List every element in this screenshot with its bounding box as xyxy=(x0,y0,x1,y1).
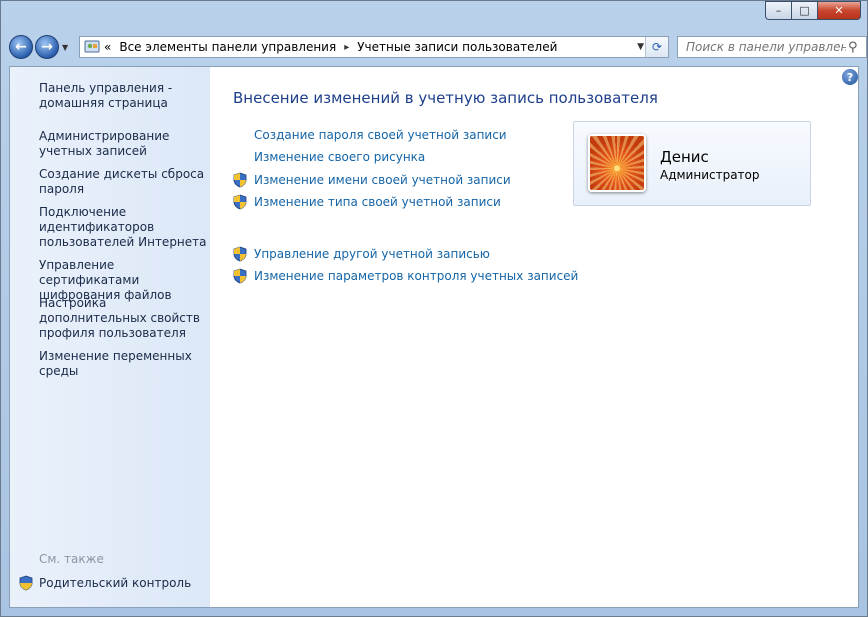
task-label: Изменение параметров контроля учетных за… xyxy=(254,269,579,283)
parental-controls-link[interactable]: Родительский контроль xyxy=(18,575,191,591)
breadcrumb-all-items[interactable]: Все элементы панели управления xyxy=(119,40,336,54)
user-account-card: Денис Администратор xyxy=(573,121,811,206)
sidebar-item-environment-variables[interactable]: Изменение переменных среды xyxy=(39,349,209,379)
caption-buttons: – □ ✕ xyxy=(765,1,861,20)
control-panel-icon xyxy=(84,40,100,53)
see-also-label: См. также xyxy=(39,552,104,566)
page-title: Внесение изменений в учетную запись поль… xyxy=(233,89,658,107)
task-label: Изменение имени своей учетной записи xyxy=(254,173,511,187)
help-icon[interactable]: ? xyxy=(842,69,858,85)
main-pane: ? Внесение изменений в учетную запись по… xyxy=(210,67,858,607)
parental-controls-label: Родительский контроль xyxy=(39,576,192,590)
sidebar-item-password-reset-disk[interactable]: Создание дискеты сброса пароля xyxy=(39,167,209,197)
uac-shield-icon xyxy=(19,575,33,591)
navigation-bar: ← → ▼ « Все элементы панели управления ▸… xyxy=(9,33,867,61)
user-name: Денис xyxy=(660,148,709,166)
sidebar-item-manage-accounts[interactable]: Администрирование учетных записей xyxy=(39,129,209,159)
user-role: Администратор xyxy=(660,168,760,182)
address-bar[interactable]: « Все элементы панели управления ▸ Учетн… xyxy=(79,36,669,58)
sidebar-item-advanced-profile[interactable]: Настройка дополнительных свойств профиля… xyxy=(39,296,209,341)
window: – □ ✕ ← → ▼ « Все элементы панели управл… xyxy=(0,0,868,617)
maximize-button[interactable]: □ xyxy=(791,1,817,20)
sidebar: Панель управления - домашняя страница Ад… xyxy=(10,67,210,607)
breadcrumb-user-accounts[interactable]: Учетные записи пользователей xyxy=(357,40,557,54)
task-manage-another-account[interactable]: Управление другой учетной записью xyxy=(232,246,490,262)
address-dropdown[interactable]: ▼ xyxy=(637,42,644,52)
content-area: Панель управления - домашняя страница Ад… xyxy=(9,66,859,608)
task-change-account-name[interactable]: Изменение имени своей учетной записи xyxy=(232,172,511,188)
recent-pages-dropdown[interactable]: ▼ xyxy=(62,43,68,52)
task-uac-settings[interactable]: Изменение параметров контроля учетных за… xyxy=(232,268,578,284)
forward-button[interactable]: → xyxy=(35,35,59,59)
task-label: Управление другой учетной записью xyxy=(254,247,490,261)
sidebar-item-online-ids[interactable]: Подключение идентификаторов пользователе… xyxy=(39,205,209,250)
avatar[interactable] xyxy=(588,134,646,192)
refresh-icon[interactable]: ⟳ xyxy=(645,37,668,57)
search-box: ⚲ xyxy=(677,36,867,58)
task-label: Изменение типа своей учетной записи xyxy=(254,195,501,209)
uac-shield-icon xyxy=(233,268,247,284)
address-overflow-chevron[interactable]: « xyxy=(104,40,111,54)
task-change-account-type[interactable]: Изменение типа своей учетной записи xyxy=(232,194,501,210)
breadcrumb-separator[interactable]: ▸ xyxy=(344,42,349,53)
task-label: Изменение своего рисунка xyxy=(254,150,426,164)
search-icon[interactable]: ⚲ xyxy=(848,40,858,55)
uac-shield-icon xyxy=(233,246,247,262)
sidebar-item-control-panel-home[interactable]: Панель управления - домашняя страница xyxy=(39,81,209,111)
task-label: Создание пароля своей учетной записи xyxy=(254,128,507,142)
uac-shield-icon xyxy=(233,172,247,188)
task-change-picture[interactable]: Изменение своего рисунка xyxy=(232,150,425,164)
search-input[interactable] xyxy=(684,39,848,55)
back-button[interactable]: ← xyxy=(9,35,33,59)
uac-shield-icon xyxy=(233,194,247,210)
minimize-button[interactable]: – xyxy=(765,1,791,20)
task-create-password[interactable]: Создание пароля своей учетной записи xyxy=(232,128,507,142)
close-button[interactable]: ✕ xyxy=(817,1,861,20)
